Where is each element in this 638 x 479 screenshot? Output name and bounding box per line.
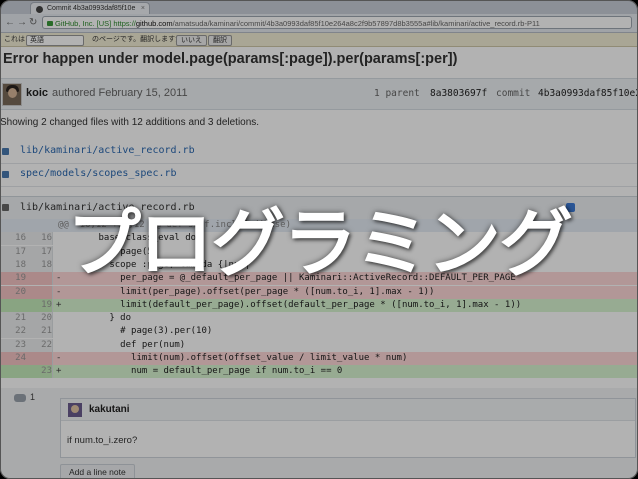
inline-comment: kakutani if num.to_i.zero? bbox=[60, 398, 636, 458]
translate-prefix: これは bbox=[4, 36, 25, 43]
address-bar-row: ← → ↻ GitHub, Inc. [US] https://github.c… bbox=[0, 14, 638, 33]
new-line-number[interactable]: 20 bbox=[26, 312, 52, 325]
close-tab-icon[interactable]: × bbox=[141, 3, 145, 14]
url-host: github.com bbox=[135, 19, 173, 28]
add-line-note-button[interactable]: Add a line note bbox=[60, 464, 135, 479]
comment-count[interactable]: 1 bbox=[14, 392, 35, 402]
old-line-number[interactable]: 21 bbox=[0, 312, 26, 325]
diff-sign: + bbox=[56, 299, 62, 310]
translate-button[interactable]: 翻訳 bbox=[208, 35, 232, 46]
changed-file-link[interactable]: lib/kaminari/active_record.rb bbox=[20, 145, 195, 156]
diff-sign: - bbox=[56, 353, 62, 363]
translate-bar: これは 英語 のページです。翻訳しますか? いいえ 翻訳 bbox=[0, 33, 638, 47]
translate-no-button[interactable]: いいえ bbox=[176, 35, 207, 46]
translate-message: のページです。翻訳しますか? bbox=[92, 36, 187, 43]
diff-code: def per(num) bbox=[66, 339, 186, 350]
old-line-number[interactable]: 22 bbox=[0, 325, 26, 338]
lock-icon bbox=[47, 21, 53, 26]
authored-date: authored February 15, 2011 bbox=[52, 87, 188, 99]
diff-code: # page(3).per(10) bbox=[66, 326, 213, 337]
source-language-value: 英語 bbox=[30, 37, 44, 44]
back-arrow-icon[interactable]: ← bbox=[5, 18, 15, 28]
commit-meta: koic authored February 15, 2011 1 parent… bbox=[0, 78, 638, 110]
diff-line: 23 + num = default_per_page if num.to_i =… bbox=[0, 365, 638, 379]
reload-icon[interactable]: ↻ bbox=[29, 18, 37, 28]
tab-title: Commit 4b3a0993daf85f10e bbox=[47, 5, 136, 12]
source-language-select[interactable]: 英語 bbox=[26, 35, 84, 46]
changed-file-link[interactable]: spec/models/scopes_spec.rb bbox=[20, 168, 177, 179]
url-path: /amatsuda/kaminari/commit/4b3a0993daf85f… bbox=[172, 19, 540, 28]
file-modified-icon bbox=[2, 171, 9, 178]
overlay-title: プログラミング bbox=[67, 201, 573, 287]
translate-no-label: いいえ bbox=[181, 37, 202, 44]
commit-sha: 4b3a0993daf85f10e2 bbox=[538, 88, 638, 99]
commit-title: Error happen under model.page(params[:pa… bbox=[3, 51, 458, 67]
new-line-number[interactable]: 19 bbox=[26, 299, 52, 312]
old-line-number[interactable]: 23 bbox=[0, 339, 26, 352]
browser-tab[interactable]: Commit 4b3a0993daf85f10e × bbox=[30, 2, 150, 14]
diff-line: 23 22 def per(num) bbox=[0, 338, 638, 352]
author-avatar[interactable] bbox=[2, 83, 22, 106]
commenter-avatar[interactable] bbox=[68, 403, 82, 417]
github-favicon-icon bbox=[36, 6, 43, 13]
commenter-name[interactable]: kakutani bbox=[89, 404, 130, 415]
changed-file-row[interactable]: lib/kaminari/active_record.rb bbox=[0, 141, 638, 164]
slide-frame: Commit 4b3a0993daf85f10e × ← → ↻ GitHub,… bbox=[0, 0, 638, 479]
comment-count-value: 1 bbox=[30, 392, 36, 402]
diff-line: 22 21 # page(3).per(10) bbox=[0, 325, 638, 339]
url-scheme: https:// bbox=[113, 19, 136, 28]
file-modified-icon bbox=[2, 148, 9, 155]
comment-bubble-icon bbox=[14, 393, 26, 402]
diff-line: 21 20 } do bbox=[0, 312, 638, 326]
diff-code: limit(default_per_page).offset(default_p… bbox=[66, 299, 522, 310]
ev-certificate-label: GitHub, Inc. [US] bbox=[55, 19, 112, 28]
diff-code: limit(num).offset(offset_value / limit_v… bbox=[66, 353, 408, 363]
diff-line: 24 - limit(num).offset(offset_value / lim… bbox=[0, 352, 638, 365]
comment-header: kakutani bbox=[61, 399, 635, 421]
diff-summary: Showing 2 changed files with 12 addition… bbox=[0, 117, 260, 128]
diff-code: num = default_per_page if num.to_i == 0 bbox=[66, 366, 343, 377]
commit-label: commit bbox=[496, 88, 531, 99]
changed-file-row[interactable]: spec/models/scopes_spec.rb bbox=[0, 164, 638, 187]
browser-tab-bar: Commit 4b3a0993daf85f10e × bbox=[0, 0, 638, 14]
parent-sha-link[interactable]: 8a3803697f bbox=[430, 88, 487, 99]
parent-label: 1 parent bbox=[374, 88, 420, 99]
diff-code: } do bbox=[66, 313, 132, 324]
old-line-number[interactable]: 24 bbox=[0, 352, 26, 365]
url-input[interactable]: GitHub, Inc. [US] https://github.com/ama… bbox=[42, 16, 632, 29]
new-line-number[interactable]: 23 bbox=[26, 365, 52, 378]
diff-sign: + bbox=[56, 366, 62, 377]
comment-body: if num.to_i.zero? bbox=[67, 435, 138, 446]
forward-arrow-icon[interactable]: → bbox=[17, 18, 27, 28]
diff-line: 19 + limit(default_per_page).offset(defau… bbox=[0, 298, 638, 312]
new-line-number[interactable]: 22 bbox=[26, 339, 52, 352]
new-line-number[interactable]: 21 bbox=[26, 325, 52, 338]
translate-label: 翻訳 bbox=[213, 37, 227, 44]
author-link[interactable]: koic bbox=[26, 87, 48, 99]
